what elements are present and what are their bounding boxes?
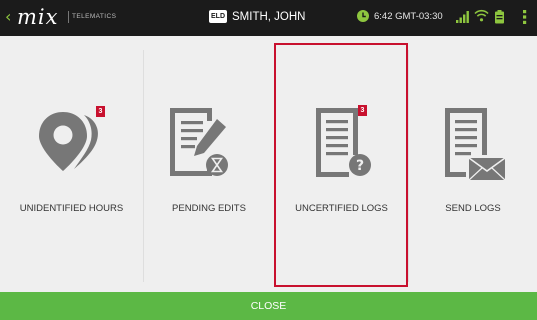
document-edit-icon <box>167 105 239 181</box>
battery-icon <box>494 10 505 29</box>
brand-subtitle: TELEMATICS <box>72 13 117 20</box>
brand-logo: mix <box>17 5 59 29</box>
document-question-icon: ? <box>313 105 375 181</box>
uncertified-logs-tile[interactable]: ? 3 UNCERTIFIED LOGS <box>275 36 408 292</box>
document-mail-icon <box>442 105 510 181</box>
unidentified-hours-tile[interactable]: 3 UNIDENTIFIED HOURS <box>0 36 143 292</box>
eld-badge: ELD <box>209 10 227 23</box>
send-logs-tile[interactable]: SEND LOGS <box>409 36 537 292</box>
svg-text:?: ? <box>356 158 364 174</box>
unidentified-hours-count-badge: 3 <box>96 106 105 117</box>
logo-divider <box>68 11 69 23</box>
unidentified-hours-label: UNIDENTIFIED HOURS <box>19 203 124 214</box>
uncertified-logs-label: UNCERTIFIED LOGS <box>295 203 388 214</box>
pending-edits-label: PENDING EDITS <box>172 203 246 214</box>
pending-edits-tile[interactable]: PENDING EDITS <box>144 36 274 292</box>
back-chevron-icon[interactable]: ‹ <box>5 7 11 27</box>
overflow-menu-icon[interactable] <box>522 9 528 30</box>
close-button[interactable]: CLOSE <box>0 292 537 320</box>
uncertified-logs-count-badge: 3 <box>358 105 367 116</box>
driver-name: SMITH, JOHN <box>232 11 306 23</box>
wifi-icon <box>474 9 489 27</box>
location-pin-icon <box>36 109 102 175</box>
top-bar: ‹ mix TELEMATICS ELD SMITH, JOHN 6:42 GM… <box>0 0 537 36</box>
clock-icon <box>356 9 370 28</box>
send-logs-label: SEND LOGS <box>445 203 501 214</box>
log-actions-panel: 3 UNIDENTIFIED HOURS PENDING EDITS ? 3 U… <box>0 36 537 292</box>
status-time: 6:42 GMT-03:30 <box>374 11 443 22</box>
cell-signal-icon <box>456 10 470 28</box>
